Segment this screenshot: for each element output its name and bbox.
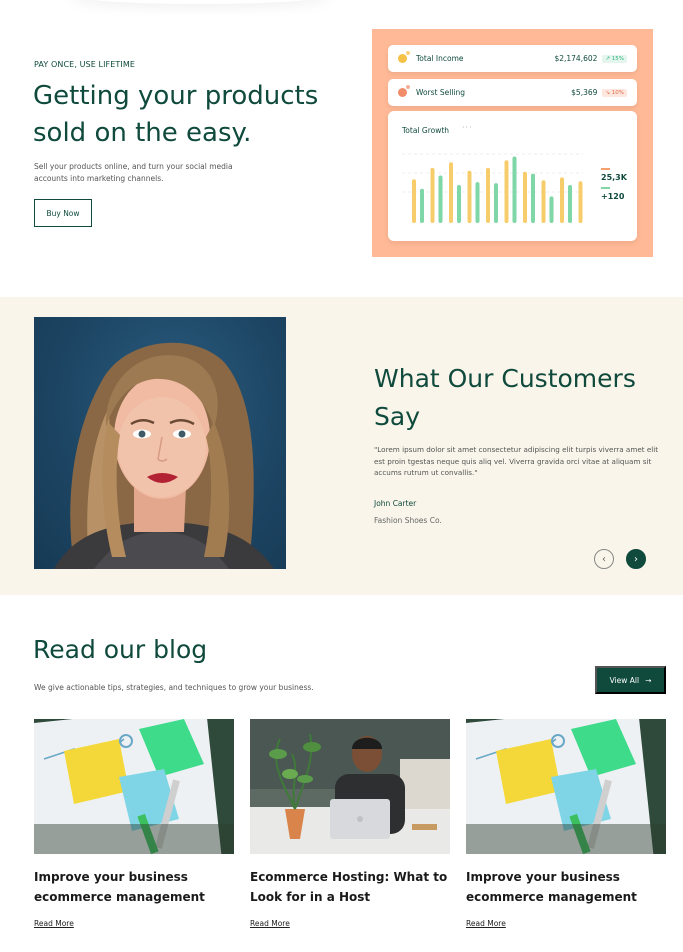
chart-bar [430,167,435,223]
arrow-right-icon: → [645,675,652,685]
hero-eyebrow: PAY ONCE, USE LIFETIME [34,60,136,69]
chart-bar [504,160,509,223]
hero-title: Getting your products sold on the easy. [33,81,319,148]
chart-bar [449,162,453,223]
read-more-link[interactable]: Read More [250,919,290,928]
blog-post-image[interactable] [34,719,234,854]
blog-post-image[interactable] [250,719,450,854]
chart-bar [475,182,480,223]
read-more-link[interactable]: Read More [466,919,506,928]
chart-bar [412,179,416,223]
chart-bar [438,175,443,223]
stat-label: Total Income [416,54,464,63]
stat-badge: ↗ 15% [602,54,627,63]
chart-bar [568,185,572,223]
blog-post-card[interactable]: Ecommerce Hosting: What to Look for in a… [250,719,450,930]
chart-bar [512,156,517,223]
stat-badge-value: 10% [611,89,624,96]
blog-post-card[interactable]: Improve your business ecommerce manageme… [466,719,666,930]
chart-bar [457,185,461,223]
blog-title: Read our blog [33,635,208,664]
chart-bar [523,171,527,223]
growth-bar-chart [402,153,583,223]
chart-bar [531,173,535,223]
blog-description: We give actionable tips, strategies, and… [34,683,314,692]
view-all-label: View All [609,675,640,685]
customer-photo [34,317,286,569]
legend-value: 25,3K [601,173,627,182]
stat-label: Worst Selling [416,88,466,97]
stat-badge: ↘ 10% [602,88,627,97]
legend-item: +120 [601,187,624,201]
carousel-prev-button[interactable]: ‹ [594,549,614,569]
hero-description: Sell your products online, and turn your… [34,162,233,183]
chart-bar [578,181,583,223]
chart-bar [494,183,498,223]
testimonial-title: What Our Customers Say [374,364,636,431]
testimonial-author: John Carter [374,499,417,508]
growth-title: Total Growth [402,126,450,135]
blog-post-title[interactable]: Ecommerce Hosting: What to Look for in a… [250,867,450,907]
more-dots-icon: ··· [462,123,473,132]
buy-now-button[interactable]: Buy Now [34,199,92,227]
chevron-left-icon: ‹ [602,553,606,565]
hero-section: PAY ONCE, USE LIFETIME Getting your prod… [0,0,683,297]
chart-bar [467,170,472,223]
stat-card-worst-selling: Worst Selling $5,369 ↘ 10% [388,79,637,106]
stat-value: $2,174,602 [554,54,598,63]
read-more-link[interactable]: Read More [34,919,74,928]
legend-value: +120 [601,192,625,201]
stat-badge-value: 15% [611,55,624,62]
view-all-button[interactable]: View All → [595,666,666,694]
stat-card-total-income: Total Income $2,174,602 ↗ 15% [388,45,637,72]
testimonial-section: What Our Customers Say "Lorem ipsum dolo… [0,297,683,595]
chart-bar [541,180,546,223]
blog-post-title[interactable]: Improve your business ecommerce manageme… [466,867,666,907]
dashboard-illustration: Total Income $2,174,602 ↗ 15% Worst Sell… [372,29,653,257]
trend-down-icon: ↘ [605,89,611,96]
coin-icon [398,85,410,97]
chart-bar [420,188,424,223]
blog-post-title[interactable]: Improve your business ecommerce manageme… [34,867,234,907]
blog-section: Read our blog We give actionable tips, s… [0,595,683,952]
testimonial-company: Fashion Shoes Co. [374,516,442,525]
legend-swatch [601,168,610,170]
legend-swatch [601,187,610,189]
testimonial-quote: "Lorem ipsum dolor sit amet consectetur … [374,445,659,477]
stat-value: $5,369 [571,88,598,97]
chart-bar [486,167,490,223]
blog-post-image[interactable] [466,719,666,854]
trend-up-icon: ↗ [605,55,611,62]
carousel-next-button[interactable]: › [626,549,646,569]
coin-icon [398,51,410,63]
blog-post-card[interactable]: Improve your business ecommerce manageme… [34,719,234,930]
chart-bar [549,196,554,223]
chart-bar [560,177,564,223]
chevron-right-icon: › [634,553,638,565]
growth-card: Total Growth ··· 25,3K +120 [388,111,637,241]
legend-item: 25,3K [601,168,627,182]
